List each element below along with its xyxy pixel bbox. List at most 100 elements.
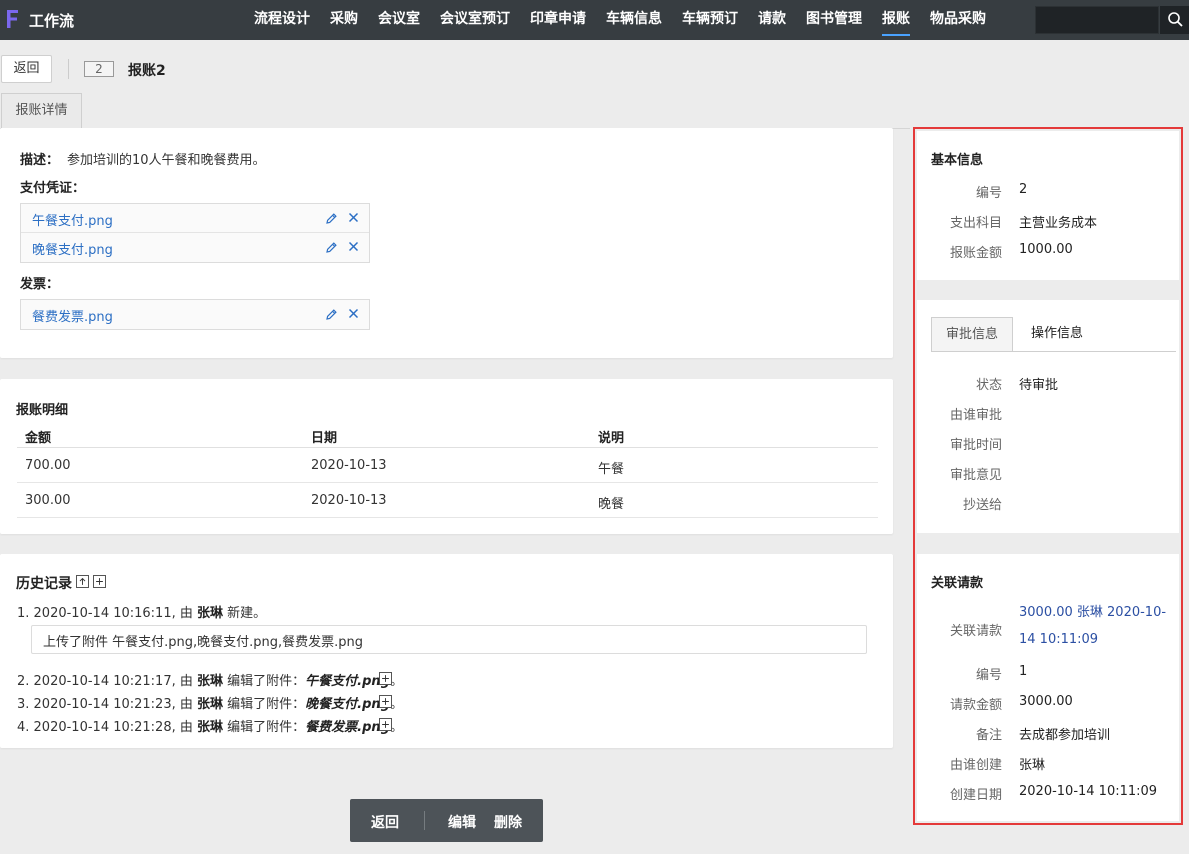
- attachment-link[interactable]: 餐费发票.png: [32, 306, 113, 325]
- cell-date: 2020-10-13: [311, 458, 387, 473]
- breakdown-table: 金额 日期 说明 700.00 2020-10-13 午餐 300.00 202…: [17, 426, 878, 518]
- back-button[interactable]: 返回: [1, 55, 52, 83]
- cell-date: 2020-10-13: [311, 493, 387, 508]
- history-entry-user: 张琳: [197, 674, 224, 689]
- field-value: 1000.00: [1019, 242, 1073, 257]
- field-label: 报账金额: [949, 246, 1002, 261]
- app-logo-icon[interactable]: [6, 8, 20, 30]
- tab-reimbursement-detail[interactable]: 报账详情: [1, 93, 82, 129]
- field-label: 由谁创建: [949, 758, 1002, 773]
- history-entry-action: 编辑了附件：: [223, 720, 306, 735]
- top-navbar: 工作流 流程设计 采购 会议室 会议室预订 印章申请 车辆信息 车辆预订 请款 …: [0, 0, 1189, 40]
- column-header-amount: 金额: [25, 431, 52, 446]
- field-label: 抄送给: [962, 498, 1002, 513]
- nav-item-purchase[interactable]: 采购: [320, 0, 368, 40]
- invoice-list: 餐费发票.png: [20, 299, 370, 330]
- pencil-icon[interactable]: [325, 241, 338, 254]
- close-icon[interactable]: [348, 212, 359, 223]
- subtab-underline: [931, 351, 1176, 352]
- column-header-note: 说明: [598, 431, 625, 446]
- nav-item-flow-design[interactable]: 流程设计: [244, 0, 320, 40]
- field-value: 1: [1019, 664, 1028, 679]
- expand-icon[interactable]: [379, 672, 392, 685]
- info-sidebar: 基本信息 编号 2 支出科目 主营业务成本 报账金额 1000.00 审批信息 …: [913, 127, 1183, 825]
- field-label: 请款金额: [949, 698, 1002, 713]
- related-request-title: 关联请款: [931, 576, 984, 591]
- history-entry-file: 晚餐支付.png: [305, 697, 390, 712]
- field-value: 主营业务成本: [1019, 216, 1098, 231]
- nav-item-meeting-room[interactable]: 会议室: [368, 0, 430, 40]
- history-entry: 4. 2020-10-14 10:21:28, 由 张琳 编辑了附件：餐费发票.…: [17, 716, 403, 735]
- history-entry: 2. 2020-10-14 10:21:17, 由 张琳 编辑了附件：午餐支付.…: [17, 670, 403, 689]
- search-input[interactable]: [1035, 6, 1159, 34]
- field-label: 审批时间: [949, 438, 1002, 453]
- nav-item-room-booking[interactable]: 会议室预订: [430, 0, 520, 40]
- history-entry-action: 新建。: [223, 606, 267, 621]
- payment-voucher-list: 午餐支付.png 晚餐支付.png: [20, 203, 370, 263]
- search-button[interactable]: [1160, 6, 1189, 34]
- history-entry-note: 上传了附件 午餐支付.png,晚餐支付.png,餐费发票.png: [31, 625, 867, 654]
- back-action-button[interactable]: 返回: [371, 812, 399, 832]
- field-value: 2: [1019, 182, 1028, 197]
- nav-item-payment-request[interactable]: 请款: [748, 0, 796, 40]
- action-bar: 返回 编辑 删除: [350, 799, 543, 842]
- approval-card: 审批信息 操作信息 状态 待审批 由谁审批 审批时间 审批意见 抄送给: [917, 300, 1179, 533]
- field-value: 张琳: [1019, 758, 1046, 773]
- history-entry-prefix: 2. 2020-10-14 10:21:17, 由: [17, 674, 198, 689]
- page-title: 报账2: [128, 63, 166, 79]
- history-entry-prefix: 1. 2020-10-14 10:16:11, 由: [17, 606, 198, 621]
- column-header-date: 日期: [311, 431, 338, 446]
- history-entry-user: 张琳: [197, 606, 224, 621]
- field-label: 编号: [975, 668, 1002, 683]
- tab-approval-info[interactable]: 审批信息: [931, 317, 1013, 352]
- field-label: 由谁审批: [949, 408, 1002, 423]
- field-value: 待审批: [1019, 378, 1059, 393]
- history-entry-action: 编辑了附件：: [223, 674, 306, 689]
- history-entry: 3. 2020-10-14 10:21:23, 由 张琳 编辑了附件：晚餐支付.…: [17, 693, 403, 712]
- cell-amount: 700.00: [25, 458, 71, 473]
- breakdown-title: 报账明细: [16, 403, 69, 418]
- tab-operation-info[interactable]: 操作信息: [1017, 317, 1097, 352]
- attachment-item: 午餐支付.png: [21, 204, 369, 233]
- history-entry-file: 午餐支付.png: [305, 674, 390, 689]
- delete-button[interactable]: 删除: [494, 812, 522, 832]
- expand-icon[interactable]: [379, 718, 392, 731]
- field-value: 2020-10-14 10:11:09: [1019, 784, 1158, 799]
- expand-icon[interactable]: [93, 575, 106, 588]
- app-name[interactable]: 工作流: [29, 10, 74, 31]
- nav-item-reimbursement[interactable]: 报账: [872, 0, 920, 40]
- field-label: 备注: [975, 728, 1002, 743]
- nav-item-seal-request[interactable]: 印章申请: [520, 0, 596, 40]
- edit-button[interactable]: 编辑: [448, 812, 476, 832]
- history-entry-prefix: 3. 2020-10-14 10:21:23, 由: [17, 697, 198, 712]
- nav-item-vehicle-booking[interactable]: 车辆预订: [672, 0, 748, 40]
- history-entry-user: 张琳: [197, 720, 224, 735]
- nav-item-vehicle-info[interactable]: 车辆信息: [596, 0, 672, 40]
- attachment-link[interactable]: 晚餐支付.png: [32, 239, 113, 258]
- field-label: 支出科目: [949, 216, 1002, 231]
- related-request-link[interactable]: 3000.00 张琳 2020-10-14 10:11:09: [1019, 599, 1174, 653]
- attachment-item: 餐费发票.png: [21, 300, 369, 329]
- field-label: 创建日期: [949, 788, 1002, 803]
- pencil-icon[interactable]: [325, 308, 338, 321]
- cell-note: 午餐: [598, 462, 625, 477]
- expand-icon[interactable]: [379, 695, 392, 708]
- payment-voucher-label: 支付凭证：: [20, 181, 86, 196]
- pencil-icon[interactable]: [325, 212, 338, 225]
- table-row: 300.00 2020-10-13 晚餐: [17, 483, 878, 518]
- basic-info-title: 基本信息: [931, 153, 984, 168]
- main-nav: 流程设计 采购 会议室 会议室预订 印章申请 车辆信息 车辆预订 请款 图书管理…: [244, 0, 996, 40]
- history-entry: 1. 2020-10-14 10:16:11, 由 张琳 新建。: [17, 602, 266, 621]
- field-value: 3000.00: [1019, 694, 1073, 709]
- invoice-label: 发票：: [20, 277, 60, 292]
- collapse-icon[interactable]: [76, 575, 89, 588]
- nav-item-goods-purchase[interactable]: 物品采购: [920, 0, 996, 40]
- history-entry-file: 餐费发票.png: [305, 720, 390, 735]
- close-icon[interactable]: [348, 241, 359, 252]
- attachment-link[interactable]: 午餐支付.png: [32, 210, 113, 229]
- header-divider: [68, 59, 69, 79]
- close-icon[interactable]: [348, 308, 359, 319]
- attachment-item: 晚餐支付.png: [21, 233, 369, 262]
- id-badge: 2: [84, 61, 114, 77]
- nav-item-library[interactable]: 图书管理: [796, 0, 872, 40]
